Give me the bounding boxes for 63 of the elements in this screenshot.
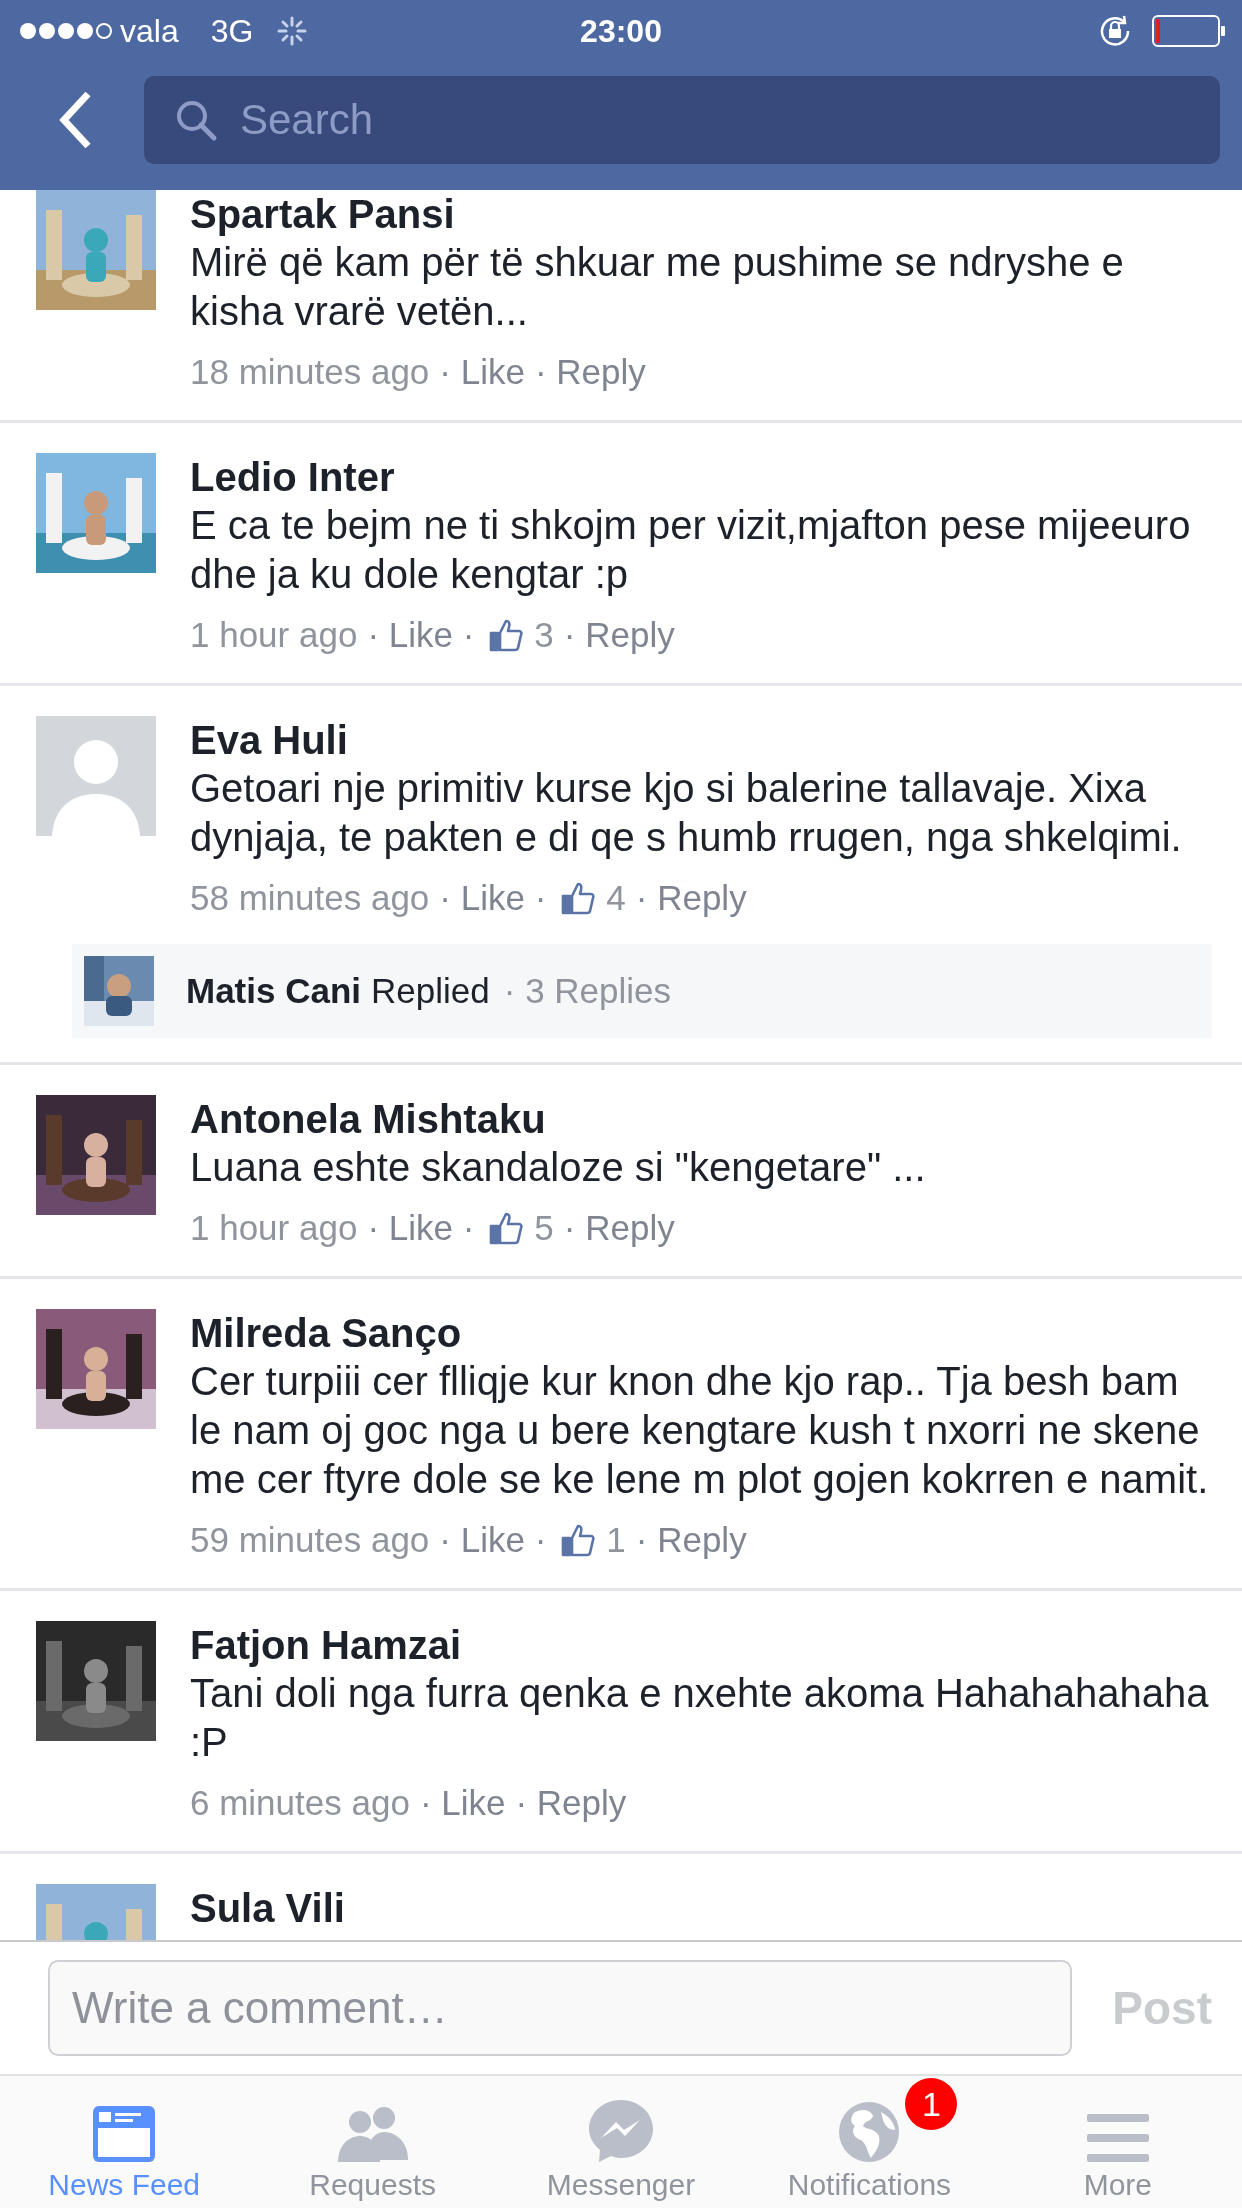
like-link[interactable]: · Like ·: [439, 1516, 547, 1564]
like-link[interactable]: · Like: [439, 348, 525, 396]
thumbs-up-icon: [560, 880, 597, 916]
chat-bubble-icon: [587, 2098, 655, 2164]
rotation-lock-icon: [1098, 14, 1132, 48]
reply-link[interactable]: · Reply: [635, 1516, 747, 1564]
news-feed-icon: [91, 2104, 158, 2164]
commenter-name[interactable]: Eva Huli: [190, 716, 1212, 764]
comment-time: 6 minutes ago: [190, 1782, 410, 1824]
commenter-name[interactable]: Sula Vili: [190, 1884, 1212, 1932]
comment-field[interactable]: Write a comment…: [48, 1960, 1073, 2056]
comment-time: 1 hour ago: [190, 614, 358, 656]
comment-text: Tani doli nga furra qenka e nxehte akoma Hahahahahaha :P: [190, 1670, 1210, 1766]
spinner-icon: [277, 16, 308, 46]
network-type: 3G: [210, 12, 254, 50]
thumbs-up-icon: [560, 1522, 597, 1558]
thumbs-up-icon: [488, 1210, 525, 1246]
thumbs-up-icon: [488, 617, 525, 653]
menu-icon: [1086, 2112, 1149, 2164]
tab-item[interactable]: Messenger: [496, 2076, 746, 2208]
notification-badge: 1: [905, 2078, 958, 2130]
like-link[interactable]: · Like ·: [439, 874, 547, 922]
people-icon: [335, 2104, 410, 2164]
commenter-name[interactable]: Milreda Sanço: [190, 1309, 1212, 1357]
reply-count: · 3 Replies: [503, 971, 672, 1011]
globe-icon: [837, 2100, 902, 2164]
clock-time: 23:00: [580, 12, 662, 50]
comment-text: Getoari nje primitiv kurse kjo si balerine tallavaje. Xixa dynjaja, te pakten e di qe s humb rrugen, nga shkelqimi.: [190, 765, 1183, 861]
tab-item[interactable]: Requests: [248, 2076, 497, 2208]
like-count: 4: [606, 877, 626, 919]
reply-link[interactable]: · Reply: [563, 611, 675, 659]
battery-icon: [1152, 15, 1226, 47]
comment-text: Mirë që kam për të shkuar me pushime se ndryshe e kisha vrarë vetën...: [190, 239, 1125, 335]
tab-item[interactable]: 1 Notifications: [745, 2076, 994, 2208]
comment-time: 1 hour ago: [190, 1207, 358, 1249]
like-count: 1: [606, 1519, 626, 1561]
tab-item[interactable]: More: [993, 2076, 1242, 2208]
carrier-name: vala: [120, 12, 179, 50]
like-link[interactable]: · Like: [419, 1779, 506, 1827]
comment-text: Luana eshte skandaloze si "kengetare" ...: [190, 1144, 927, 1191]
commenter-name[interactable]: Ledio Inter: [190, 453, 1212, 501]
like-link[interactable]: · Like ·: [367, 611, 475, 659]
reply-link[interactable]: · Reply: [635, 874, 747, 922]
like-link[interactable]: · Like ·: [367, 1204, 475, 1252]
search-field[interactable]: Search: [144, 76, 1220, 164]
comment-text: Cer turpiii cer flliqje kur knon dhe kjo rap.. Tja besh bam le nam oj goc nga u bere kengtare kush t nxorri ne skene me cer ftyre dole se ke lene m plot gojen kokrren e namit.: [190, 1358, 1210, 1503]
signal-icon: [18, 21, 114, 41]
replies-preview[interactable]: Matis Cani Replied · 3 Replies: [72, 944, 1212, 1038]
like-count: 3: [534, 614, 554, 656]
reply-link[interactable]: · Reply: [534, 348, 646, 396]
commenter-name[interactable]: Spartak Pansi: [190, 190, 1212, 238]
reply-action: Replied: [371, 971, 490, 1011]
like-count: 5: [534, 1207, 554, 1249]
commenter-name[interactable]: Fatjon Hamzai: [190, 1621, 1212, 1669]
replier-name: Matis Cani: [186, 971, 362, 1011]
reply-link[interactable]: · Reply: [563, 1204, 675, 1252]
tab-item[interactable]: News Feed: [0, 2076, 249, 2208]
comment-time: 59 minutes ago: [190, 1519, 430, 1561]
comment-time: 58 minutes ago: [190, 877, 430, 919]
comment-time: 18 minutes ago: [190, 351, 430, 393]
reply-link[interactable]: · Reply: [515, 1779, 627, 1827]
commenter-name[interactable]: Antonela Mishtaku: [190, 1095, 1212, 1143]
comment-text: E ca te bejm ne ti shkojm per vizit,mjafton pese mijeeuro dhe ja ku dole kengtar :p: [190, 502, 1192, 598]
